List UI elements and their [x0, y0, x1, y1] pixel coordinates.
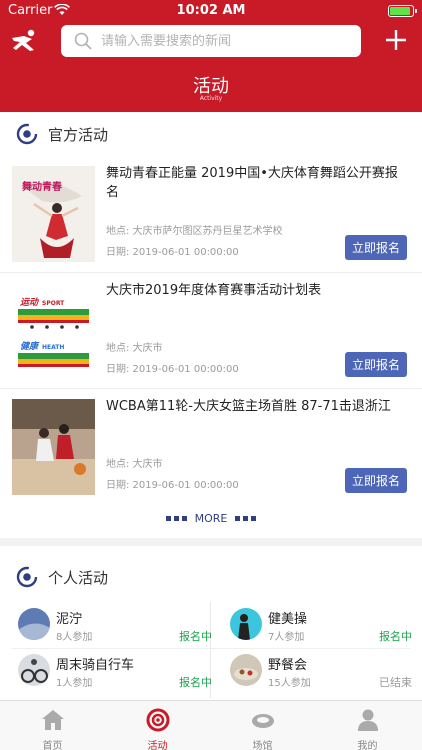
stadium-icon — [252, 714, 274, 728]
personal-activity-item[interactable]: 泥泞 8人参加 报名中 — [18, 606, 218, 650]
poster-text: 舞动青春 — [22, 180, 62, 193]
official-activities-section: 官方活动 舞动青春 舞动青春正能量 2019中国•大庆体育舞蹈公开赛报名 地点:… — [0, 112, 422, 538]
activity-card[interactable]: 运动 SPORT 健康 HEATH 大庆市2019年度体育赛事活动计划表 地点:… — [0, 272, 422, 388]
status-bar: Carrier 10:02 AM — [0, 0, 422, 22]
home-icon — [42, 710, 64, 730]
personal-activity-item[interactable]: 野餐会 15人参加 已结束 — [230, 652, 422, 696]
status-badge: 已结束 — [379, 676, 412, 689]
more-link[interactable]: MORE — [0, 510, 422, 526]
status-badge: 报名中 — [379, 630, 412, 643]
more-dots-left-icon — [165, 515, 187, 521]
personal-section-header: 个人活动 — [16, 564, 108, 590]
tab-venue[interactable]: 场馆 — [210, 701, 315, 750]
page-subtitle: Activity — [199, 95, 223, 102]
more-label: MORE — [194, 511, 228, 525]
user-icon — [358, 709, 378, 731]
poster-label: HEATH — [42, 344, 64, 351]
activity-title: WCBA第11轮-大庆女篮主场首胜 87-71击退浙江 — [106, 399, 391, 414]
poster-label: 运动 — [20, 297, 40, 308]
tab-label: 场馆 — [252, 741, 273, 750]
search-icon — [74, 32, 92, 50]
activity-card[interactable]: 舞动青春 舞动青春正能量 2019中国•大庆体育舞蹈公开赛报名 地点: 大庆市萨… — [0, 156, 422, 272]
participant-count: 15人参加 — [268, 678, 311, 689]
activity-name: 野餐会 — [268, 658, 308, 673]
tab-home[interactable]: 首页 — [0, 701, 105, 750]
activity-avatar — [230, 608, 262, 640]
signup-button[interactable]: 立即报名 — [345, 352, 407, 377]
signup-button[interactable]: 立即报名 — [345, 468, 407, 493]
personal-activity-item[interactable]: 周末骑自行车 1人参加 报名中 — [18, 652, 218, 696]
app-logo-icon[interactable] — [10, 28, 40, 54]
personal-activities-section: 个人活动 泥泞 8人参加 报名中 健美操 7人参加 报名中 周末骑自行车 1人参… — [0, 546, 422, 700]
more-dots-right-icon — [235, 515, 257, 521]
activity-place: 地点: 大庆市 — [106, 459, 163, 470]
search-input[interactable] — [101, 33, 351, 49]
activity-poster-image — [12, 399, 95, 495]
activity-date: 日期: 2019-06-01 00:00:00 — [106, 247, 239, 258]
bottom-tab-bar: 首页 活动 场馆 我的 — [0, 700, 422, 750]
section-target-icon — [16, 566, 38, 588]
participant-count: 1人参加 — [56, 678, 93, 689]
poster-label: SPORT — [42, 300, 65, 307]
activity-date: 日期: 2019-06-01 00:00:00 — [106, 364, 239, 375]
activity-poster-image: 舞动青春 — [12, 166, 95, 262]
participant-count: 8人参加 — [56, 632, 93, 643]
activity-target-icon — [146, 708, 170, 732]
activity-avatar — [18, 654, 50, 686]
battery-icon — [388, 5, 417, 17]
activity-poster-image: 运动 SPORT 健康 HEATH — [12, 283, 95, 379]
app-header: Carrier 10:02 AM 活动 Activity — [0, 0, 422, 112]
activity-place: 地点: 大庆市萨尔图区苏丹巨星艺术学校 — [106, 226, 283, 237]
activity-place: 地点: 大庆市 — [106, 343, 163, 354]
activity-title: 大庆市2019年度体育赛事活动计划表 — [106, 283, 322, 298]
activity-card[interactable]: WCBA第11轮-大庆女篮主场首胜 87-71击退浙江 地点: 大庆市 日期: … — [0, 388, 422, 504]
status-badge: 报名中 — [179, 630, 212, 643]
activity-title: 舞动青春正能量 2019中国•大庆体育舞蹈公开赛报名 — [106, 166, 398, 200]
poster-label: 健康 — [20, 341, 40, 352]
personal-section-title: 个人活动 — [48, 568, 109, 587]
section-target-icon — [16, 123, 38, 145]
official-section-title: 官方活动 — [48, 125, 109, 144]
activity-name: 周末骑自行车 — [56, 658, 135, 673]
personal-activity-item[interactable]: 健美操 7人参加 报名中 — [230, 606, 422, 650]
activity-avatar — [230, 654, 262, 686]
tab-label: 首页 — [42, 741, 63, 750]
add-icon[interactable] — [384, 28, 408, 52]
tab-label: 我的 — [357, 741, 378, 750]
activity-date: 日期: 2019-06-01 00:00:00 — [106, 480, 239, 491]
tab-mine[interactable]: 我的 — [315, 701, 420, 750]
participant-count: 7人参加 — [268, 632, 305, 643]
activity-name: 泥泞 — [56, 612, 83, 627]
tab-activity[interactable]: 活动 — [105, 701, 210, 750]
search-bar[interactable] — [61, 25, 361, 57]
signup-button[interactable]: 立即报名 — [345, 235, 407, 260]
activity-name: 健美操 — [268, 612, 308, 627]
activity-avatar — [18, 608, 50, 640]
status-badge: 报名中 — [179, 676, 212, 689]
clock: 10:02 AM — [176, 3, 246, 18]
tab-label: 活动 — [147, 741, 168, 750]
official-section-header: 官方活动 — [16, 121, 108, 147]
